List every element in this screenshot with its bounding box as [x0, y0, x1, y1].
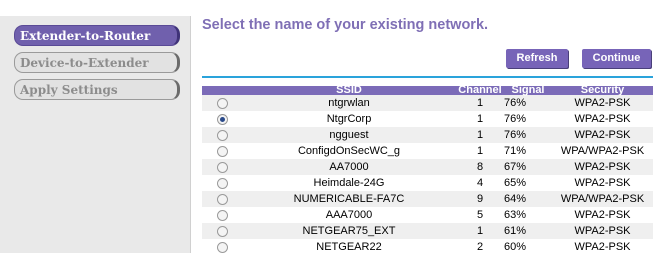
channel-cell: 1: [456, 95, 504, 111]
channel-cell: 5: [456, 207, 504, 223]
security-cell: WPA/WPA2-PSK: [552, 143, 653, 159]
select-cell: [202, 95, 242, 111]
ssid-cell: AA7000: [242, 159, 456, 175]
network-radio[interactable]: [216, 193, 228, 205]
network-radio[interactable]: [216, 225, 228, 237]
network-radio[interactable]: [216, 129, 228, 141]
select-cell: [202, 111, 242, 127]
select-cell: [202, 223, 242, 239]
security-cell: WPA/WPA2-PSK: [552, 191, 653, 207]
network-radio[interactable]: [216, 177, 228, 189]
signal-cell: 63%: [504, 207, 552, 223]
header-signal: Signal: [504, 85, 552, 96]
ssid-cell: NUMERICABLE-FA7C: [242, 191, 456, 207]
ssid-cell: ConfigdOnSecWC_g: [242, 143, 456, 159]
signal-cell: 65%: [504, 175, 552, 191]
ssid-cell: ntgrwlan: [242, 95, 456, 111]
page-title: Select the name of your existing network…: [202, 17, 489, 33]
signal-cell: 76%: [504, 127, 552, 143]
signal-cell: 76%: [504, 95, 552, 111]
network-list: ntgrwlan 1 76% WPA2-PSK NtgrCorp 1 76% WPA2-PSK…: [202, 95, 653, 255]
table-row[interactable]: AA7000 8 67% WPA2-PSK: [202, 159, 653, 175]
network-radio[interactable]: [216, 209, 228, 221]
security-cell: WPA2-PSK: [552, 95, 653, 111]
signal-cell: 67%: [504, 159, 552, 175]
step-device-to-extender[interactable]: Device-to-Extender: [14, 52, 180, 73]
table-header-row: SSID Channel Signal Security: [202, 85, 653, 96]
header-channel: Channel: [456, 85, 504, 96]
network-radio[interactable]: [216, 241, 228, 253]
table-row[interactable]: NtgrCorp 1 76% WPA2-PSK: [202, 111, 653, 127]
signal-cell: 61%: [504, 223, 552, 239]
table-row[interactable]: ngguest 1 76% WPA2-PSK: [202, 127, 653, 143]
select-cell: [202, 143, 242, 159]
table-row[interactable]: ntgrwlan 1 76% WPA2-PSK: [202, 95, 653, 111]
signal-cell: 64%: [504, 191, 552, 207]
ssid-cell: NtgrCorp: [242, 111, 456, 127]
select-cell: [202, 175, 242, 191]
security-cell: WPA2-PSK: [552, 223, 653, 239]
table-row[interactable]: NETGEAR75_EXT 1 61% WPA2-PSK: [202, 223, 653, 239]
table-row[interactable]: AAA7000 5 63% WPA2-PSK: [202, 207, 653, 223]
channel-cell: 1: [456, 111, 504, 127]
network-table: SSID Channel Signal Security ntgrwlan 1 76…: [202, 85, 653, 255]
security-cell: WPA2-PSK: [552, 207, 653, 223]
signal-cell: 71%: [504, 143, 552, 159]
refresh-button[interactable]: Refresh: [506, 49, 568, 68]
continue-button[interactable]: Continue: [582, 49, 651, 68]
header-security: Security: [552, 85, 653, 96]
channel-cell: 1: [456, 143, 504, 159]
step-apply-settings[interactable]: Apply Settings: [14, 79, 180, 100]
security-cell: WPA2-PSK: [552, 127, 653, 143]
ssid-cell: NETGEAR75_EXT: [242, 223, 456, 239]
network-radio[interactable]: [216, 145, 228, 157]
channel-cell: 1: [456, 127, 504, 143]
signal-cell: 76%: [504, 111, 552, 127]
security-cell: WPA2-PSK: [552, 111, 653, 127]
channel-cell: 9: [456, 191, 504, 207]
select-cell: [202, 207, 242, 223]
table-row[interactable]: Heimdale-24G 4 65% WPA2-PSK: [202, 175, 653, 191]
channel-cell: 1: [456, 223, 504, 239]
select-cell: [202, 127, 242, 143]
table-row[interactable]: ConfigdOnSecWC_g 1 71% WPA/WPA2-PSK: [202, 143, 653, 159]
channel-cell: 8: [456, 159, 504, 175]
sidebar: Extender-to-Router Device-to-Extender Ap…: [0, 16, 191, 253]
ssid-cell: ngguest: [242, 127, 456, 143]
header-ssid: SSID: [242, 85, 456, 96]
security-cell: WPA2-PSK: [552, 175, 653, 191]
security-cell: WPA2-PSK: [552, 159, 653, 175]
header-select: [202, 86, 242, 95]
channel-cell: 4: [456, 175, 504, 191]
select-cell: [202, 159, 242, 175]
network-radio[interactable]: [216, 161, 228, 173]
divider: [202, 76, 653, 78]
step-extender-to-router[interactable]: Extender-to-Router: [14, 25, 180, 46]
ssid-cell: Heimdale-24G: [242, 175, 456, 191]
network-radio[interactable]: [216, 113, 228, 125]
select-cell: [202, 191, 242, 207]
network-radio[interactable]: [216, 97, 228, 109]
table-row[interactable]: NUMERICABLE-FA7C 9 64% WPA/WPA2-PSK: [202, 191, 653, 207]
ssid-cell: AAA7000: [242, 207, 456, 223]
